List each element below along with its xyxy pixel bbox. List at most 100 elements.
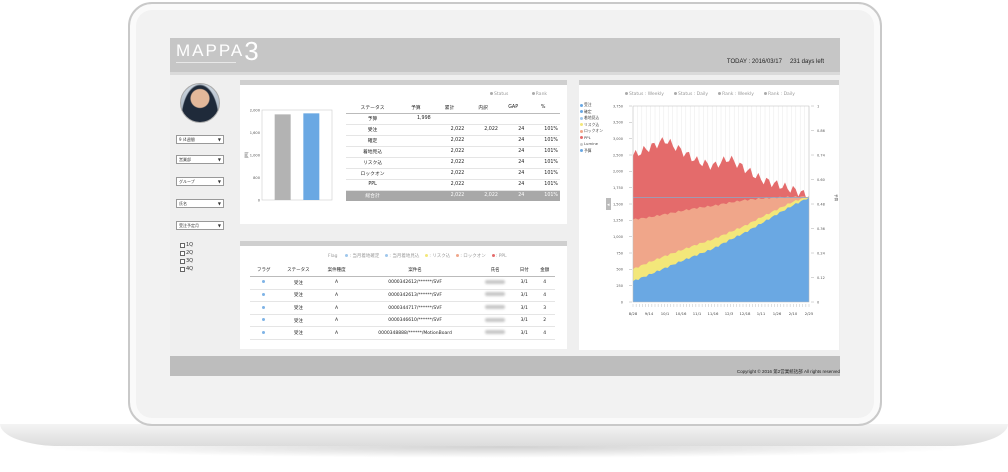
case-cell: 受注 [277, 276, 320, 290]
flag-legend-item[interactable]: : リスク込 [425, 254, 450, 259]
y2-tick-label: 0.24 [817, 251, 826, 255]
summary-col-header: ステータス [346, 102, 400, 114]
y2-tick-label: 0.60 [817, 178, 825, 182]
case-cell: 3/1 [514, 289, 535, 303]
summary-cell: 2,022 [432, 124, 467, 136]
summary-row[interactable]: 受注 2,022 2,022 24 101% [346, 124, 560, 136]
y-tick-label: 800 [253, 176, 261, 180]
flag-legend-item[interactable]: : PPL [491, 254, 507, 259]
case-col-header: 日付 [514, 264, 535, 278]
summary-total-cell: 2,022 [466, 190, 500, 201]
app-logo[interactable]: MAPPA3 [176, 38, 259, 64]
summary-cell: 2,022 [432, 135, 467, 147]
device-mockup: MAPPA3 TODAY : 2016/03/17 231 days left 9… [0, 0, 1008, 472]
table-row[interactable]: 受注 A 0000342612/******/SVF 3/1 4 [250, 276, 555, 290]
case-col-header: 案件種度 [319, 264, 354, 278]
summary-total-cell: 101% [526, 190, 560, 201]
order-month-select[interactable]: 受注予定月 ▼ [176, 221, 224, 230]
table-row[interactable]: 受注 A 0000342613/******/SVF 3/1 4 [250, 289, 555, 303]
summary-cell: 101% [526, 168, 560, 180]
legend-status[interactable]: Status [490, 92, 508, 97]
summary-cell: 確定 [346, 135, 400, 147]
case-cell: 2 [534, 314, 555, 328]
panel-header [579, 80, 839, 85]
summary-row[interactable]: ロックオン 2,022 24 101% [346, 168, 560, 180]
chart-tab[interactable]: Status : Daily [673, 92, 708, 97]
summary-cell: 24 [499, 179, 527, 191]
summary-row[interactable]: 予算 1,998 [346, 113, 560, 125]
case-col-header: 金額 [534, 264, 555, 278]
group-select[interactable]: グループ ▼ [176, 177, 224, 186]
legend-rank[interactable]: Rank [531, 92, 547, 97]
flag-legend-item[interactable]: : 当月着地確定 [345, 254, 379, 259]
y-tick-label: 2,000 [613, 170, 623, 174]
x-tick-label: 2/25 [805, 311, 814, 316]
summary-row[interactable]: リスク込 2,022 24 101% [346, 157, 560, 169]
summary-cell: 着地見込 [346, 146, 400, 158]
summary-cell [466, 168, 500, 180]
case-col-header: ステータス [277, 264, 320, 278]
checkbox-2q[interactable]: 2Q [180, 249, 193, 257]
y-tick-label: 3,750 [613, 104, 623, 108]
summary-cell: ロックオン [346, 168, 400, 180]
chevron-down-icon: ▼ [217, 223, 221, 228]
plot-frame [261, 109, 333, 201]
checkbox-1q[interactable]: 1Q [180, 241, 193, 249]
x-tick-label: 12/18 [740, 311, 752, 316]
case-col-header: フラグ [250, 264, 278, 278]
sub-bar [170, 72, 840, 75]
table-row[interactable]: 受注 A 0000348888/******/MotionBoard 3/1 4 [250, 326, 555, 341]
flag-legend-item[interactable]: : ロックオン [456, 254, 486, 259]
checkbox-4q[interactable]: 4Q [180, 265, 193, 273]
summary-cell: 1,998 [399, 113, 433, 125]
summary-cell [399, 157, 433, 169]
chevron-down-icon: ▼ [217, 179, 221, 184]
y2-tick-label: 0.36 [817, 227, 825, 231]
x-tick-label: 10/1 [661, 311, 670, 316]
summary-row[interactable]: 着地見込 2,022 24 101% [346, 146, 560, 158]
summary-cell: 101% [526, 146, 560, 158]
chart-tabs: Status : Weekly Status : Daily Rank : Week… [625, 92, 805, 97]
bar-1[interactable] [303, 113, 320, 200]
y-tick-label: 3,500 [613, 121, 623, 125]
y-tick-label: 1,750 [613, 186, 623, 190]
case-list-panel: Flag: 当月着地確定: 当月着地見込: リスク込: ロックオン: PPL フ… [240, 241, 567, 349]
case-cell: 3/1 [514, 326, 535, 341]
summary-cell: 24 [499, 146, 527, 158]
y2-tick-label: 0.74 [817, 153, 826, 157]
chevron-down-icon: ▼ [217, 201, 221, 206]
chart-tab[interactable]: Rank : Daily [763, 92, 795, 97]
y2-axis-label: 予算 [834, 194, 839, 202]
name-select[interactable]: 氏名 ▼ [176, 199, 224, 208]
y-tick-label: 1,000 [613, 235, 623, 239]
flag-icon [262, 330, 266, 334]
bar-0[interactable] [274, 114, 291, 200]
summary-cell [399, 168, 433, 180]
quarter-checkboxes: 1Q 2Q 3Q 4Q [180, 241, 193, 273]
flag-icon [262, 280, 266, 284]
x-tick-label: 1/26 [773, 311, 782, 316]
chart-tab[interactable]: Rank : Weekly [718, 92, 754, 97]
table-row[interactable]: 受注 A 0000344717/******/SVF 3/1 3 [250, 301, 555, 315]
y-tick-label: 0 [621, 300, 623, 304]
department-select[interactable]: 営業部 ▼ [176, 155, 224, 164]
y2-tick-label: 0.48 [817, 202, 825, 206]
summary-cell: 24 [499, 168, 527, 180]
summary-cell: 101% [526, 157, 560, 169]
summary-cell [399, 146, 433, 158]
case-cell: A [319, 289, 354, 303]
trend-chart-panel: Status : Weekly Status : Daily Rank : Week… [579, 80, 839, 350]
case-cell: 受注 [277, 314, 320, 328]
summary-row[interactable]: PPL 2,022 24 101% [346, 179, 560, 191]
period-select[interactable]: 9 /4週間 ▼ [176, 135, 224, 144]
summary-cell [432, 113, 467, 125]
flag-legend-item[interactable]: : 当月着地見込 [385, 254, 419, 259]
owner-name-blurred [476, 301, 515, 315]
summary-row[interactable]: 確定 2,022 24 101% [346, 135, 560, 147]
y-tick-label: 1,000 [250, 154, 261, 158]
case-cell: 0000342613/******/SVF [353, 289, 477, 303]
summary-cell [466, 146, 500, 158]
table-row[interactable]: 受注 A 0000346610/******/SVF 3/1 2 [250, 314, 555, 328]
chart-tab[interactable]: Status : Weekly [625, 92, 664, 97]
checkbox-3q[interactable]: 3Q [180, 257, 193, 265]
